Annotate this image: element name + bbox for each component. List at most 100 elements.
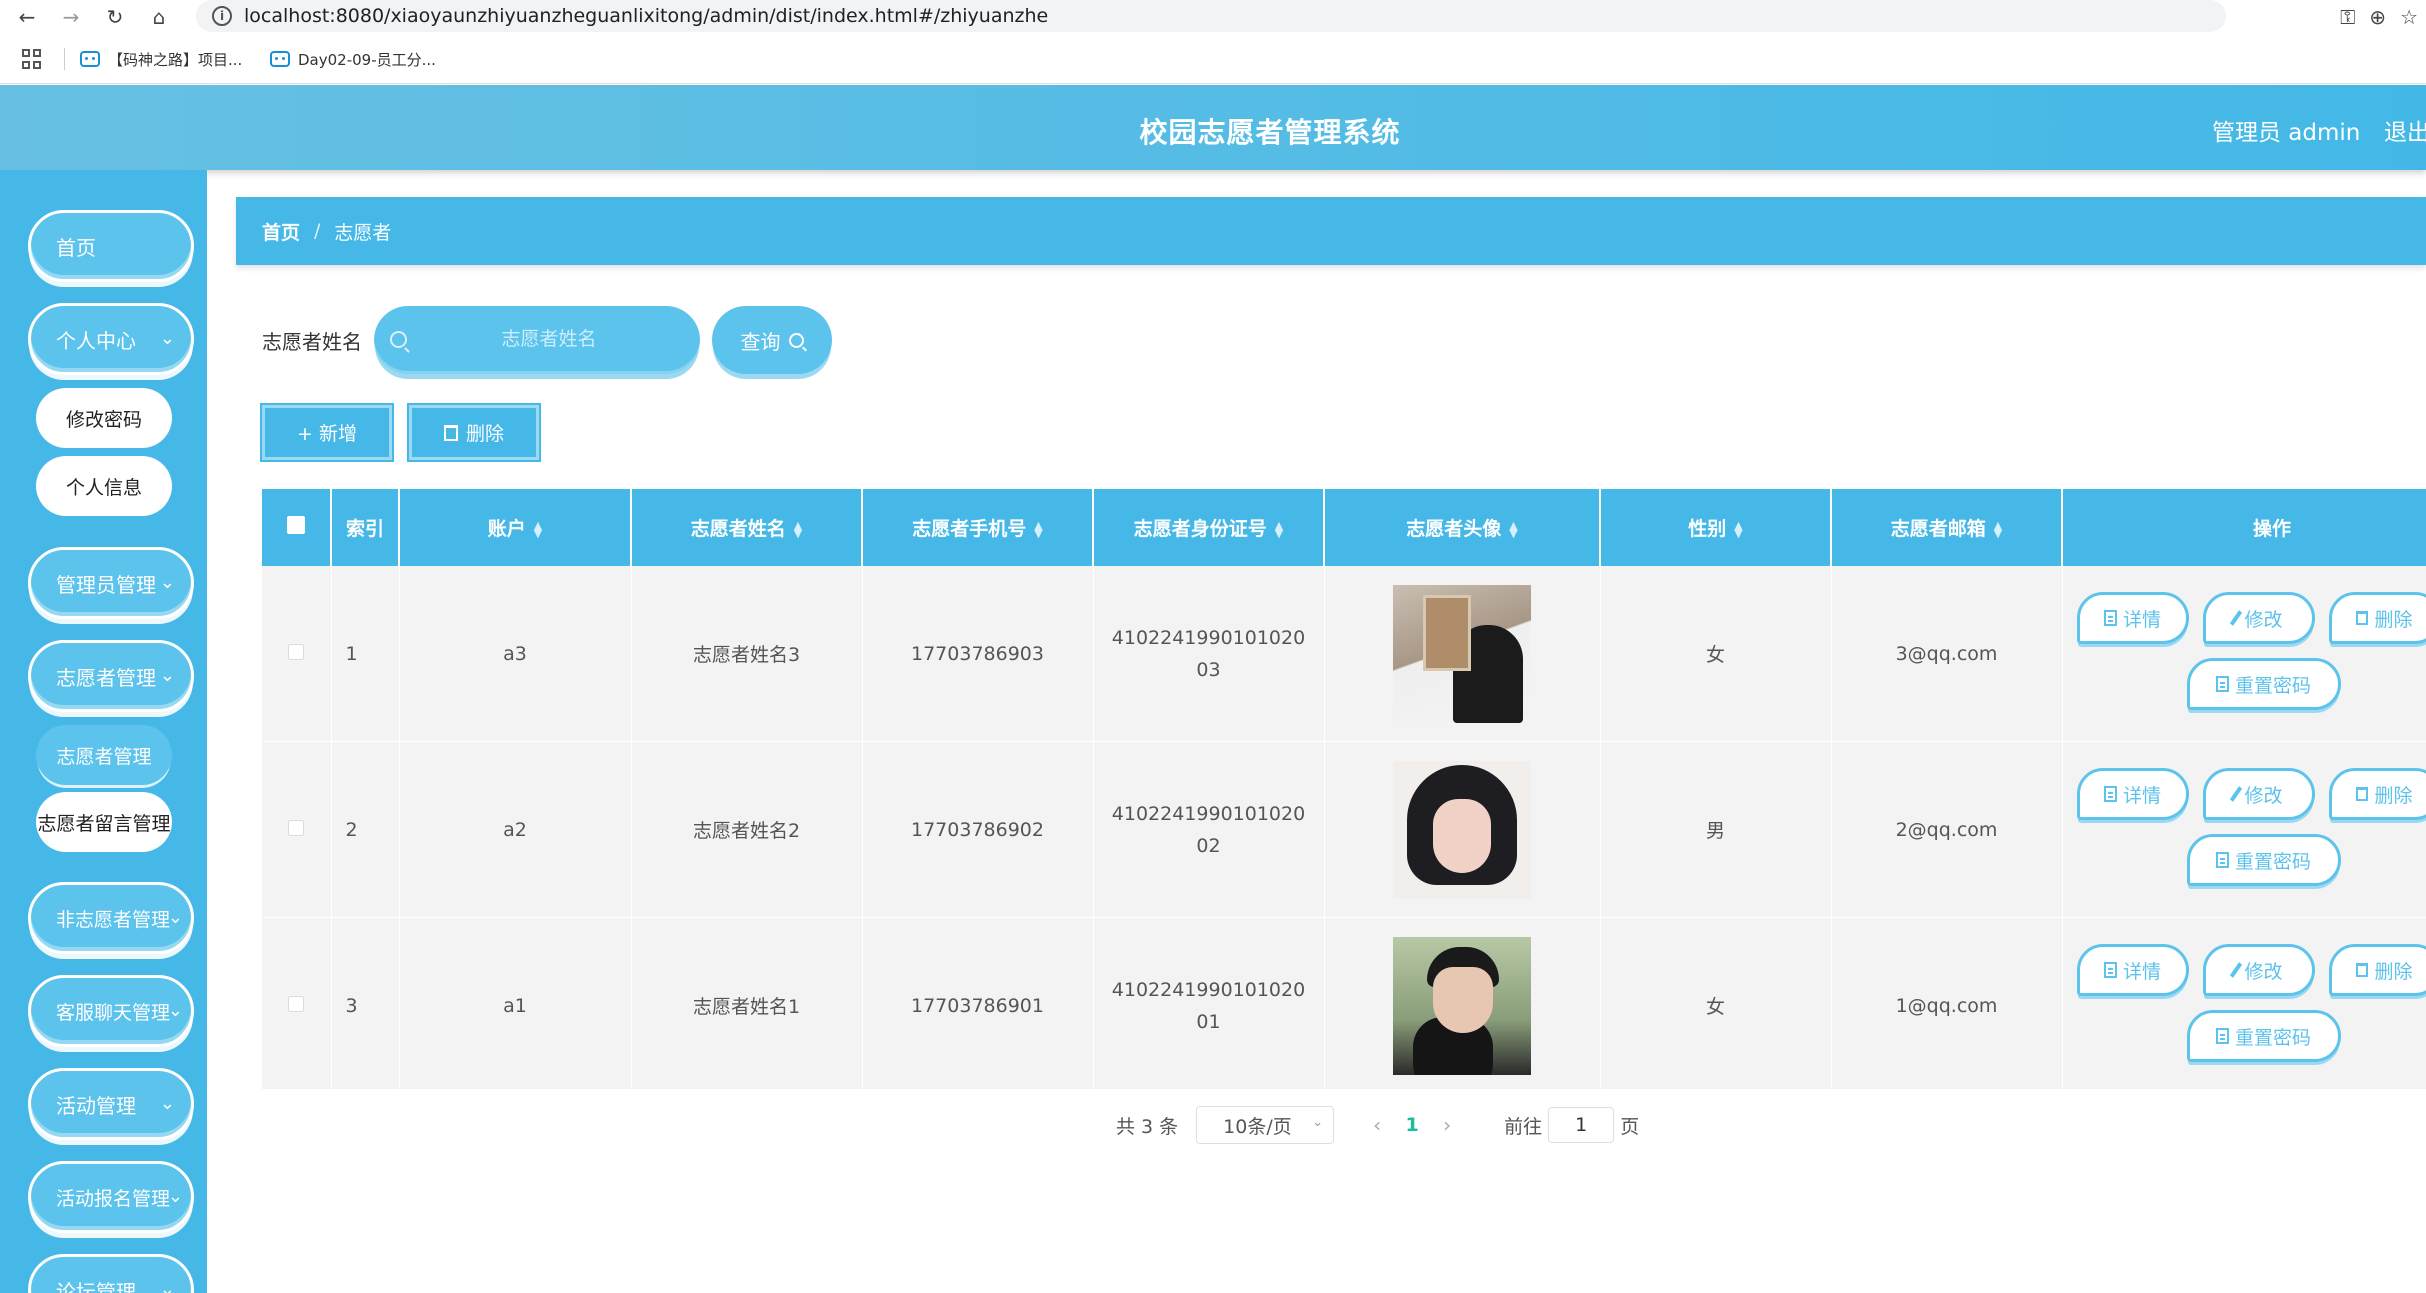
cell-email: 1@qq.com [1831,917,2063,1089]
column-header[interactable]: 志愿者姓名 ▲ ▼ [631,489,863,566]
sidebar-item-chat-management[interactable]: 客服聊天管理 ⌄ [28,975,194,1047]
column-header[interactable]: 志愿者手机号 ▲ ▼ [862,489,1094,566]
select-all-checkbox[interactable] [287,516,305,534]
edit-button[interactable]: 修改 [2202,944,2315,996]
sidebar-item-non-volunteer[interactable]: 非志愿者管理 ⌄ [28,882,194,954]
sidebar-item-signup-management[interactable]: 活动报名管理 ⌄ [28,1161,194,1233]
sort-icon[interactable]: ▲ ▼ [1275,520,1283,539]
home-icon[interactable]: ⌂ [144,2,174,32]
edit-button[interactable]: 修改 [2202,592,2315,644]
address-bar[interactable]: i localhost:8080/xiaoyaunzhiyuanzheguanl… [196,0,2226,32]
delete-button[interactable]: 删除 [2328,944,2426,996]
chevron-down-icon: ⌄ [159,328,175,349]
row-actions: 详情 修改 删除 重置密码 [2063,918,2426,1089]
reset-password-button[interactable]: 重置密码 [2186,834,2341,886]
document-icon [2215,852,2229,868]
sidebar-item-personal-center[interactable]: 个人中心 ⌄ [28,303,194,375]
info-icon[interactable]: i [212,6,232,26]
star-icon[interactable]: ☆ [2400,5,2418,29]
add-button[interactable]: + 新增 [262,405,392,460]
search-label: 志愿者姓名 [262,330,362,354]
key-icon[interactable]: ⚿ [2340,5,2355,29]
search-input[interactable] [414,320,684,358]
edit-icon [2230,786,2243,802]
cell-phone: 17703786902 [862,741,1094,918]
query-button[interactable]: 查询 [712,306,832,374]
chevron-down-icon: ⌄ [159,1093,175,1114]
column-header[interactable]: 志愿者头像 ▲ ▼ [1324,489,1601,566]
next-page-icon[interactable]: › [1432,1113,1462,1137]
sidebar-item-forum-management[interactable]: 论坛管理 ⌄ [28,1254,194,1293]
trash-icon [443,424,458,441]
pagination-total: 共 3 条 [1116,1115,1179,1138]
sidebar-subitem-personal-info[interactable]: 个人信息 [36,456,172,516]
forward-arrow-icon[interactable]: → [56,2,86,32]
cell-email: 3@qq.com [1831,566,2063,742]
sidebar-item-volunteer-management[interactable]: 志愿者管理 ⌄ [28,640,194,712]
page-number[interactable]: 1 [1392,1114,1432,1136]
cell-ops: 详情 修改 删除 重置密码 [2062,741,2426,918]
sort-icon[interactable]: ▲ ▼ [534,520,542,539]
detail-button[interactable]: 详情 [2076,944,2189,996]
edit-icon [2230,962,2243,978]
cell-gender: 女 [1600,566,1832,742]
back-arrow-icon[interactable]: ← [12,2,42,32]
cell-name: 志愿者姓名1 [631,917,863,1089]
row-select-cell [262,917,332,1089]
row-checkbox[interactable] [288,643,305,660]
table-row: 2 a2 志愿者姓名2 17703786902 4102241990101020… [262,741,2426,918]
detail-button[interactable]: 详情 [2076,592,2189,644]
bookmark-item[interactable]: 【码神之路】项目... [80,44,242,74]
prev-page-icon[interactable]: ‹ [1362,1113,1392,1137]
reset-password-button[interactable]: 重置密码 [2186,1010,2341,1062]
column-header[interactable]: 性别 ▲ ▼ [1600,489,1832,566]
bookmark-item[interactable]: Day02-09-员工分... [270,44,436,74]
sort-icon[interactable]: ▲ ▼ [1034,520,1042,539]
reset-password-button[interactable]: 重置密码 [2186,658,2341,710]
sidebar-subitem-volunteer-message[interactable]: 志愿者留言管理 [36,792,172,852]
detail-button[interactable]: 详情 [2076,768,2189,820]
row-checkbox[interactable] [288,819,305,836]
logout-link[interactable]: 退出 [2384,113,2426,147]
sidebar-subitem-change-password[interactable]: 修改密码 [36,388,172,448]
search-field[interactable] [374,306,700,374]
cell-avatar [1324,566,1601,742]
sort-icon[interactable]: ▲ ▼ [1734,520,1742,539]
idcard-text: 410224199010102003 [1111,626,1306,681]
sidebar-item-activity-management[interactable]: 活动管理 ⌄ [28,1068,194,1140]
column-header[interactable]: 账户 ▲ ▼ [399,489,632,566]
edit-button[interactable]: 修改 [2202,768,2315,820]
delete-button[interactable]: 删除 [2328,592,2426,644]
app-title: 校园志愿者管理系统 [1139,116,1401,149]
column-header[interactable]: 志愿者身份证号 ▲ ▼ [1093,489,1325,566]
select-all-header [262,489,332,566]
column-header: 操作 [2062,489,2426,566]
sort-icon[interactable]: ▲ ▼ [1994,520,2002,539]
breadcrumb: 首页 / 志愿者 [236,197,2426,265]
sort-icon[interactable]: ▲ ▼ [794,520,802,539]
bookmark-bar: 【码神之路】项目... Day02-09-员工分... [0,34,2426,84]
apps-grid-icon[interactable] [22,49,42,69]
cell-account: a2 [399,741,632,918]
row-checkbox[interactable] [288,995,305,1012]
breadcrumb-home[interactable]: 首页 [262,218,300,245]
trash-icon [2356,787,2369,801]
zoom-icon[interactable]: ⊕ [2369,5,2386,29]
chevron-down-icon: ⌄ [159,1279,175,1293]
page-size-select[interactable]: 10条/页 ⌄ [1196,1106,1335,1144]
sort-icon[interactable]: ▲ ▼ [1509,520,1517,539]
breadcrumb-current: 志愿者 [334,221,392,244]
cell-ops: 详情 修改 删除 重置密码 [2062,566,2426,742]
sidebar-item-admin-management[interactable]: 管理员管理 ⌄ [28,547,194,619]
sidebar-item-home[interactable]: 首页 [28,210,194,282]
delete-button[interactable]: 删除 [2328,768,2426,820]
column-header: 索引 [331,489,400,566]
column-header[interactable]: 志愿者邮箱 ▲ ▼ [1831,489,2063,566]
goto-page-input[interactable] [1548,1107,1615,1143]
page-unit-label: 页 [1620,1115,1640,1138]
batch-delete-button[interactable]: 删除 [409,405,539,460]
sidebar-subitem-volunteer-management[interactable]: 志愿者管理 [36,725,172,785]
reload-icon[interactable]: ↻ [100,2,130,32]
table-row: 1 a3 志愿者姓名3 17703786903 4102241990101020… [262,566,2426,742]
cell-email: 2@qq.com [1831,741,2063,918]
